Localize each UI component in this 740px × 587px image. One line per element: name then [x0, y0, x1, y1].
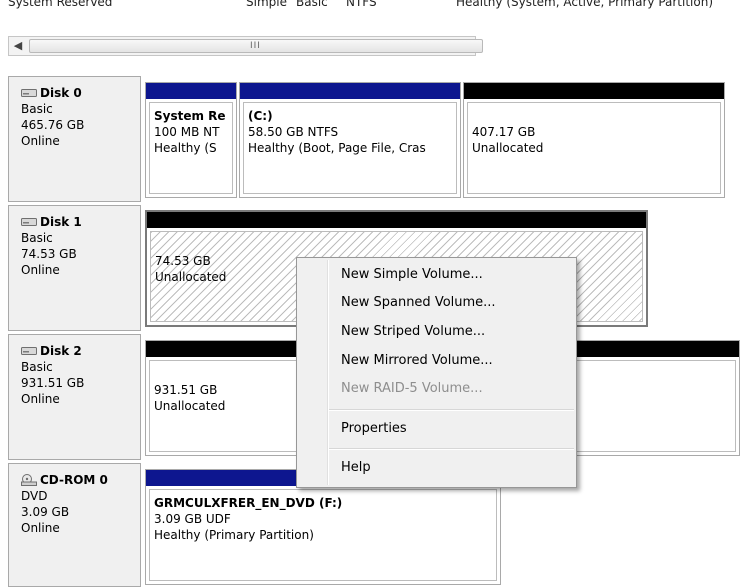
volume-list-row[interactable]: System Reserved Simple Basic NTFS Health…: [0, 0, 740, 18]
volume-fs: NTFS: [346, 0, 377, 9]
menu-item-new-spanned-volume[interactable]: New Spanned Volume...: [341, 292, 496, 314]
menu-icon-gutter: [327, 260, 329, 485]
partition-detail: 407.17 GB: [472, 125, 536, 139]
partition-detail: 3.09 GB UDF: [154, 512, 231, 526]
menu-separator: [329, 409, 574, 411]
disk-type: Basic: [21, 102, 53, 116]
disk-size: 931.51 GB: [21, 376, 85, 390]
scrollbar-thumb[interactable]: III: [29, 39, 483, 53]
volume-name: System Reserved: [8, 0, 113, 9]
disk-state: Online: [21, 392, 60, 406]
scrollbar-grip-icon: III: [250, 41, 261, 51]
partition-system-reserved[interactable]: System Re 100 MB NT Healthy (S: [145, 82, 237, 198]
partition-name: System Re: [154, 109, 226, 123]
menu-item-new-mirrored-volume[interactable]: New Mirrored Volume...: [341, 350, 493, 372]
context-menu: New Simple Volume... New Spanned Volume.…: [296, 257, 577, 488]
disk-title: Disk 0: [21, 85, 140, 101]
partition-status: Unallocated: [472, 141, 544, 155]
partition-bar: [240, 83, 460, 99]
partition-c-drive[interactable]: (C:) 58.50 GB NTFS Healthy (Boot, Page F…: [239, 82, 461, 198]
disk-type: Basic: [21, 360, 53, 374]
menu-item-new-simple-volume[interactable]: New Simple Volume...: [341, 264, 483, 286]
partition-bar: [147, 212, 646, 228]
hard-disk-icon: [21, 347, 37, 355]
menu-item-new-striped-volume[interactable]: New Striped Volume...: [341, 321, 485, 343]
scroll-left-arrow-icon[interactable]: ◀: [10, 38, 26, 54]
volume-layout: Simple: [246, 0, 287, 9]
disk-type: Basic: [21, 231, 53, 245]
disk-name: Disk 2: [40, 344, 82, 358]
menu-item-help[interactable]: Help: [341, 457, 371, 479]
disk-name: Disk 1: [40, 215, 82, 229]
disk-name: CD-ROM 0: [40, 473, 108, 487]
disk-title: Disk 2: [21, 343, 140, 359]
partition-body: 407.17 GB Unallocated: [467, 102, 721, 194]
partition-name: GRMCULXFRER_EN_DVD (F:): [154, 496, 343, 510]
partition-body: GRMCULXFRER_EN_DVD (F:) 3.09 GB UDF Heal…: [149, 489, 497, 581]
disk-0-label[interactable]: Disk 0 Basic 465.76 GB Online: [8, 76, 141, 202]
partition-bar: [146, 83, 236, 99]
disk-state: Online: [21, 521, 60, 535]
disk-name: Disk 0: [40, 86, 82, 100]
partition-detail: 58.50 GB NTFS: [248, 125, 339, 139]
disk-title: CD-ROM 0: [21, 472, 140, 488]
hard-disk-icon: [21, 218, 37, 226]
disk-title: Disk 1: [21, 214, 140, 230]
disk-2-label[interactable]: Disk 2 Basic 931.51 GB Online: [8, 334, 141, 460]
horizontal-scrollbar[interactable]: ◀ III: [8, 36, 483, 56]
partition-status: Healthy (Primary Partition): [154, 528, 314, 542]
menu-item-new-raid5-volume: New RAID-5 Volume...: [341, 381, 483, 396]
partition-detail: 100 MB NT: [154, 125, 220, 139]
disk-type: DVD: [21, 489, 48, 503]
partition-bar: [464, 83, 724, 99]
menu-item-properties[interactable]: Properties: [341, 418, 407, 440]
disk-size: 465.76 GB: [21, 118, 85, 132]
volume-type: Basic: [296, 0, 328, 9]
cd-rom-icon: [21, 474, 37, 486]
disk-state: Online: [21, 134, 60, 148]
partition-body: System Re 100 MB NT Healthy (S: [149, 102, 233, 194]
cdrom-0-label[interactable]: CD-ROM 0 DVD 3.09 GB Online: [8, 463, 141, 587]
partition-status: Healthy (Boot, Page File, Cras: [248, 141, 426, 155]
partition-status: Healthy (S: [154, 141, 217, 155]
disk-1-label[interactable]: Disk 1 Basic 74.53 GB Online: [8, 205, 141, 331]
partition-body: (C:) 58.50 GB NTFS Healthy (Boot, Page F…: [243, 102, 457, 194]
disk-size: 3.09 GB: [21, 505, 70, 519]
hard-disk-icon: [21, 89, 37, 97]
disk-size: 74.53 GB: [21, 247, 77, 261]
menu-separator: [329, 448, 574, 450]
volume-status: Healthy (System, Active, Primary Partiti…: [456, 0, 714, 9]
partition-name: (C:): [248, 109, 273, 123]
partition-unallocated-disk0[interactable]: 407.17 GB Unallocated: [463, 82, 725, 198]
disk-state: Online: [21, 263, 60, 277]
